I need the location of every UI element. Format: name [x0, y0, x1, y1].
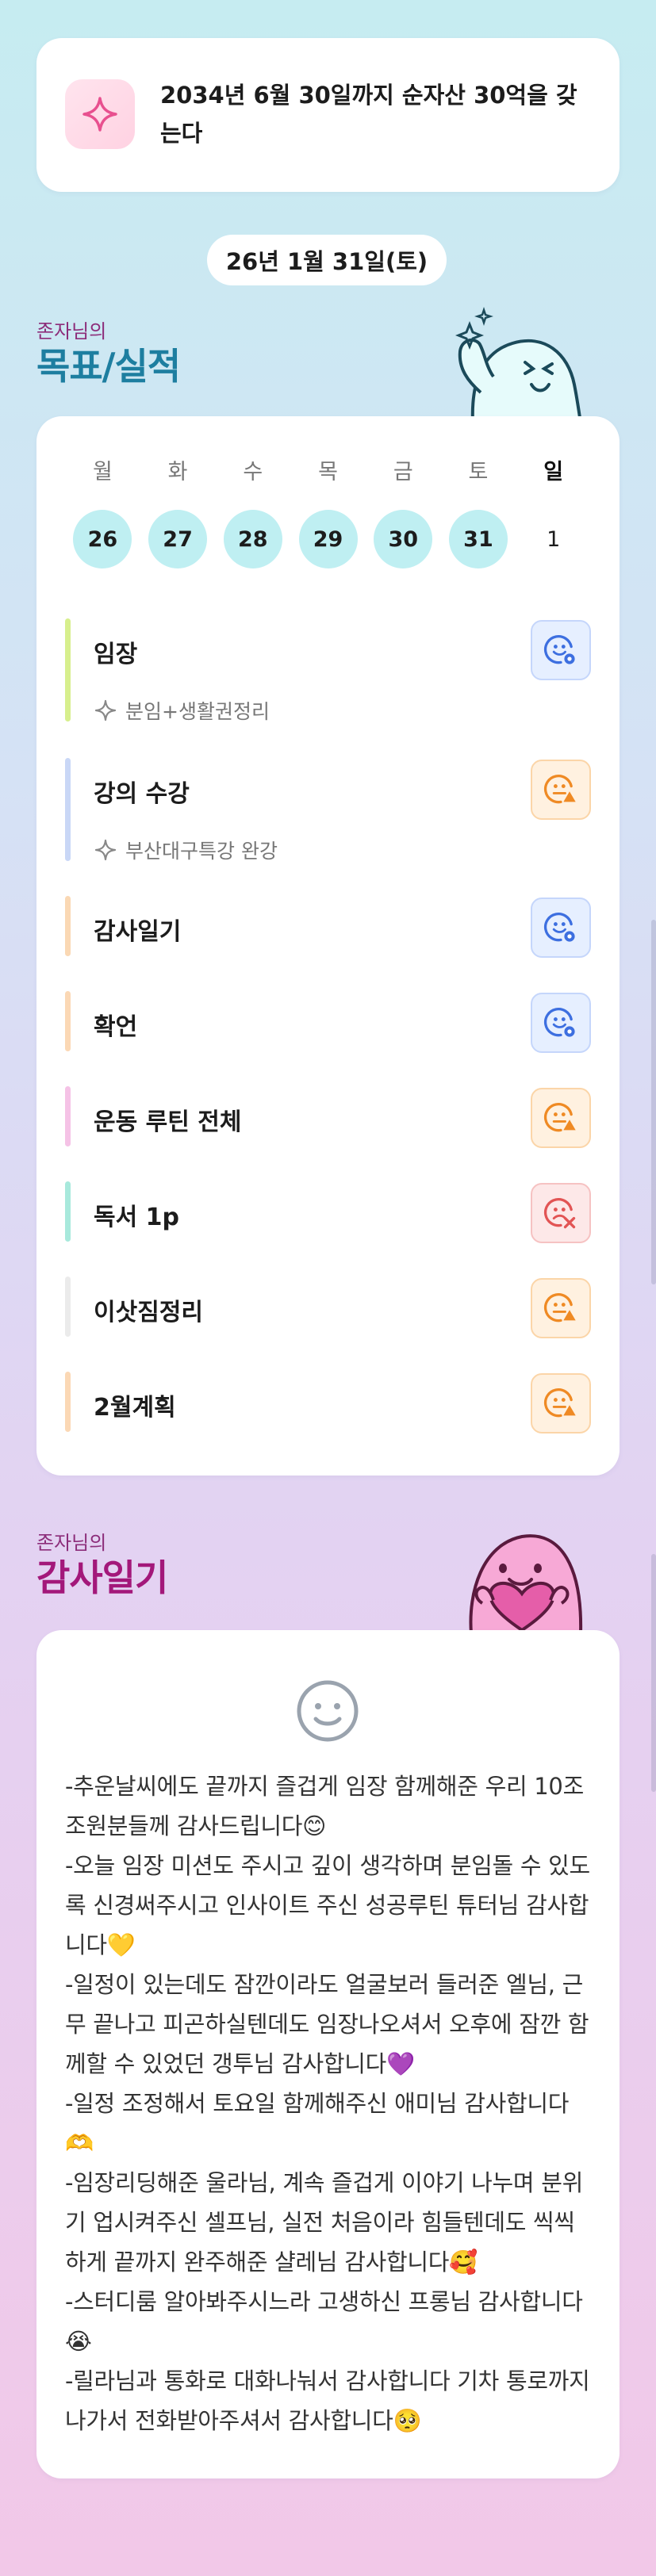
task-color-bar: [65, 1181, 71, 1242]
task-title: 독서 1p: [94, 1204, 179, 1231]
task-row[interactable]: 2월계획: [65, 1372, 591, 1433]
weekday-thu: 목: [318, 460, 338, 484]
mascot-cheer-illustration: [455, 307, 583, 423]
gratitude-entry: -일정이 있는데도 잠깐이라도 얼굴보러 들러준 엘님, 근무 끝나고 피곤하실…: [65, 1971, 589, 2077]
weekday-row: 월 화 수 목 금 토 일: [65, 454, 591, 485]
status-warn-icon[interactable]: [531, 1373, 591, 1433]
sparkle-icon: [94, 839, 117, 861]
goal-text: 2034년 6월 30일까지 순자산 30억을 갖는다: [160, 82, 577, 147]
task-color-bar: [65, 1277, 71, 1337]
sparkle-icon: [65, 79, 135, 149]
date-chip[interactable]: 29: [298, 510, 358, 568]
task-row[interactable]: 운동 루틴 전체: [65, 1086, 591, 1148]
task-row[interactable]: 감사일기: [65, 896, 591, 958]
smile-icon: [297, 1680, 359, 1742]
goal-card[interactable]: 2034년 6월 30일까지 순자산 30억을 갖는다: [36, 38, 620, 192]
gratitude-text: -추운날씨에도 끝까지 즐겁게 임장 함께해준 우리 10조 조원분들께 감사드…: [65, 1766, 591, 2440]
task-row[interactable]: 임장분임+생활권정리: [65, 618, 591, 725]
gratitude-entry: -일정 조정해서 토요일 함께해주신 애미님 감사합니다🫶: [65, 2090, 570, 2157]
task-title: 강의 수강: [94, 780, 190, 808]
scrollbar-secondary[interactable]: [651, 1554, 656, 1792]
date-chip[interactable]: 28: [223, 510, 282, 568]
date-chip[interactable]: 30: [374, 510, 433, 568]
task-color-bar: [65, 758, 71, 861]
gratitude-entry: -추운날씨에도 끝까지 즐겁게 임장 함께해준 우리 10조 조원분들께 감사드…: [65, 1773, 584, 1839]
mascot-heart-illustration: [469, 1534, 583, 1633]
task-subgoal: 부산대구특강 완강: [94, 836, 278, 864]
gratitude-entry: -릴라님과 통화로 대화나눠서 감사합니다 기차 통로까지 나가서 전화받아주셔…: [65, 2367, 590, 2434]
task-row[interactable]: 독서 1p: [65, 1181, 591, 1243]
date-row: 26 27 28 29 30 31 1: [65, 510, 591, 568]
date-chip[interactable]: 26: [73, 510, 132, 568]
date-chip[interactable]: 31: [448, 510, 508, 568]
task-title: 2월계획: [94, 1394, 176, 1422]
weekday-mon: 월: [92, 460, 113, 484]
scrollbar[interactable]: [651, 920, 656, 1284]
gratitude-entry: -임장리딩해준 울라님, 계속 즐겁게 이야기 나누며 분위기 업시켜주신 셀프…: [65, 2169, 583, 2276]
status-good-icon[interactable]: [531, 620, 591, 680]
task-color-bar: [65, 1372, 71, 1432]
date-selector[interactable]: 26년 1월 31일(토): [207, 235, 447, 285]
sparkle-icon: [94, 699, 117, 722]
status-warn-icon[interactable]: [531, 1088, 591, 1148]
task-color-bar: [65, 896, 71, 956]
task-title: 확언: [94, 1013, 138, 1041]
task-title: 운동 루틴 전체: [94, 1108, 242, 1136]
task-color-bar: [65, 618, 71, 722]
task-row[interactable]: 이삿짐정리: [65, 1277, 591, 1338]
weekday-sun: 일: [543, 460, 564, 484]
weekday-sat: 토: [468, 460, 489, 484]
gratitude-title: 감사일기: [36, 1556, 168, 1599]
task-row[interactable]: 강의 수강부산대구특강 완강: [65, 758, 591, 864]
weekday-fri: 금: [393, 460, 413, 484]
gratitude-entry: -스터디룸 알아봐주시느라 고생하신 프롱님 감사합니다😭: [65, 2288, 583, 2355]
gratitude-card: -추운날씨에도 끝까지 즐겁게 임장 함께해준 우리 10조 조원분들께 감사드…: [36, 1630, 620, 2478]
status-good-icon[interactable]: [531, 993, 591, 1053]
task-color-bar: [65, 1086, 71, 1146]
task-subgoal-text: 부산대구특강 완강: [125, 840, 278, 863]
records-card: 월 화 수 목 금 토 일 26 27 28 29 30 31 1 임장분임+생…: [36, 416, 620, 1476]
status-warn-icon[interactable]: [531, 1278, 591, 1338]
date-chip[interactable]: 27: [148, 510, 208, 568]
status-bad-icon[interactable]: [531, 1183, 591, 1243]
task-row[interactable]: 확언: [65, 991, 591, 1053]
status-warn-icon[interactable]: [531, 760, 591, 820]
date-chip[interactable]: 1: [524, 510, 583, 568]
weekday-tue: 화: [167, 460, 188, 484]
task-subgoal-text: 분임+생활권정리: [125, 700, 270, 723]
task-subgoal: 분임+생활권정리: [94, 696, 270, 725]
task-title: 이삿짐정리: [94, 1299, 203, 1326]
task-title: 감사일기: [94, 918, 182, 946]
weekday-wed: 수: [243, 460, 263, 484]
task-color-bar: [65, 991, 71, 1051]
gratitude-entry: -오늘 임장 미션도 주시고 깊이 생각하며 분임돌 수 있도록 신경써주시고 …: [65, 1852, 590, 1958]
task-title: 임장: [94, 641, 138, 668]
status-good-icon[interactable]: [531, 898, 591, 958]
records-title: 목표/실적: [36, 345, 181, 388]
